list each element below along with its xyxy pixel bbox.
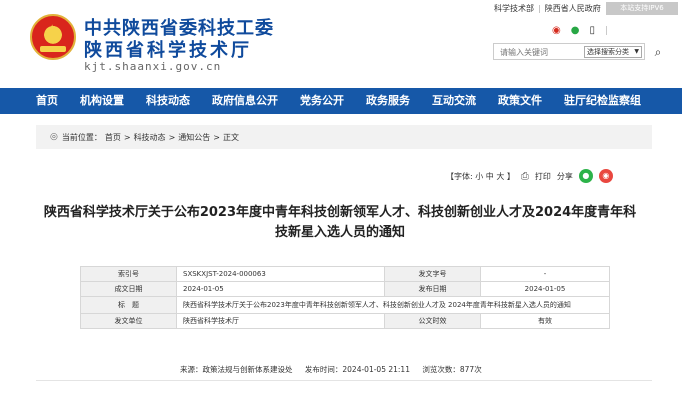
table-row: 成文日期 2024-01-05 发布日期 2024-01-05 [80, 281, 610, 297]
article-views: 浏览次数：877次 [422, 365, 482, 374]
nav-item-discipline[interactable]: 驻厅纪检监察组 [553, 88, 652, 114]
table-row: 发文单位 陕西省科学技术厅 公文时效 有效 [80, 313, 610, 329]
table-row: 索引号 SXSKXJST-2024-000063 发文字号 - [80, 266, 610, 282]
search-category-select[interactable]: 选择搜索分类 ▼ [584, 46, 642, 58]
font-size-label: 【字体: 小 中 大 】 [446, 171, 515, 181]
nav-item-party-affairs[interactable]: 党务公开 [289, 88, 355, 114]
top-links-separator: | [538, 4, 541, 13]
publish-date-label: 发布日期 [384, 281, 481, 297]
site-domain: kjt.shaanxi.gov.cn [84, 60, 222, 73]
search-input[interactable] [500, 46, 580, 58]
font-small-button[interactable]: 小 [475, 172, 483, 181]
article-publish-time: 发布时间：2024-01-05 21:11 [304, 365, 410, 374]
breadcrumb-label: 当前位置： [61, 132, 102, 142]
star-icon: ★ [45, 21, 60, 40]
breadcrumb-current: 正文 [222, 132, 239, 142]
search-icon[interactable]: ⌕ [650, 44, 666, 60]
written-date-value: 2024-01-05 [176, 281, 385, 297]
weibo-icon[interactable]: ◉ [552, 25, 561, 37]
nav-item-home[interactable]: 首页 [0, 88, 69, 114]
breadcrumb-separator: > [168, 132, 176, 142]
article-source: 来源：政策法规与创新体系建设处 [180, 365, 293, 374]
site-header: ★ 中共陕西省委科技工委 陕西省科学技术厅 kjt.shaanxi.gov.cn… [0, 0, 682, 86]
wechat-icon[interactable]: ● [571, 25, 580, 37]
breadcrumb-news[interactable]: 科技动态 [134, 132, 166, 143]
breadcrumb-separator: > [123, 132, 131, 142]
nav-item-organization[interactable]: 机构设置 [69, 88, 135, 114]
location-pin-icon: ◎ [50, 132, 58, 142]
doc-title-label: 标 题 [80, 296, 177, 314]
phone-icon[interactable]: ▯ [589, 25, 595, 37]
issuer-label: 发文单位 [80, 313, 177, 329]
doc-number-label: 发文字号 [384, 266, 481, 282]
nav-item-interaction[interactable]: 互动交流 [421, 88, 487, 114]
link-shaanxi-gov[interactable]: 陕西省人民政府 [545, 3, 601, 14]
share-wechat-icon[interactable]: ● [578, 169, 593, 183]
social-links: ◉ ● ▯ | [552, 25, 608, 37]
print-button[interactable]: 打印 [535, 171, 551, 182]
publish-date-value: 2024-01-05 [480, 281, 610, 297]
article-toolbar: 【字体: 小 中 大 】 ⎙ 打印 分享 ● ◉ [446, 166, 613, 186]
national-emblem-icon: ★ [30, 14, 76, 60]
written-date-label: 成文日期 [80, 281, 177, 297]
print-icon[interactable]: ⎙ [521, 171, 529, 182]
font-large-button[interactable]: 大 [496, 172, 504, 181]
search-box: 选择搜索分类 ▼ [493, 43, 645, 60]
nav-item-news[interactable]: 科技动态 [135, 88, 201, 114]
index-number-value: SXSKXJST-2024-000063 [176, 266, 385, 282]
nav-item-policy[interactable]: 政策文件 [487, 88, 553, 114]
main-nav: 首页 机构设置 科技动态 政府信息公开 党务公开 政务服务 互动交流 政策文件 … [0, 88, 682, 114]
site-title-line2[interactable]: 陕西省科学技术厅 [84, 36, 252, 62]
doc-number-value: - [480, 266, 610, 282]
font-medium-button[interactable]: 中 [486, 172, 494, 181]
link-most[interactable]: 科学技术部 [494, 3, 534, 14]
validity-value: 有效 [480, 313, 610, 329]
breadcrumb-home[interactable]: 首页 [105, 132, 121, 143]
share-weibo-icon[interactable]: ◉ [598, 169, 613, 183]
nav-item-gov-info[interactable]: 政府信息公开 [201, 88, 289, 114]
ipv6-badge: 本站支持IPV6 [606, 2, 678, 15]
search-category-value: 选择搜索分类 [587, 48, 629, 56]
doc-title-value: 陕西省科学技术厅关于公布2023年度中青年科技创新领军人才、科技创新创业人才及 … [176, 296, 610, 314]
divider [36, 380, 652, 381]
chevron-down-icon: ▼ [634, 48, 639, 55]
document-info-table: 索引号 SXSKXJST-2024-000063 发文字号 - 成文日期 202… [80, 266, 610, 329]
table-row: 标 题 陕西省科学技术厅关于公布2023年度中青年科技创新领军人才、科技创新创业… [80, 296, 610, 314]
nav-item-services[interactable]: 政务服务 [355, 88, 421, 114]
article-meta: 来源：政策法规与创新体系建设处 发布时间：2024-01-05 21:11 浏览… [180, 364, 492, 375]
breadcrumb: ◎ 当前位置： 首页 > 科技动态 > 通知公告 > 正文 [36, 125, 652, 149]
article-title: 陕西省科学技术厅关于公布2023年度中青年科技创新领军人才、科技创新创业人才及2… [43, 205, 637, 240]
social-separator: | [604, 26, 609, 36]
share-label: 分享 [556, 171, 573, 181]
top-links: 科学技术部 | 陕西省人民政府 [494, 3, 601, 14]
validity-label: 公文时效 [384, 313, 481, 329]
issuer-value: 陕西省科学技术厅 [176, 313, 385, 329]
breadcrumb-notices[interactable]: 通知公告 [178, 132, 210, 143]
breadcrumb-separator: > [213, 132, 220, 142]
index-number-label: 索引号 [80, 266, 177, 282]
